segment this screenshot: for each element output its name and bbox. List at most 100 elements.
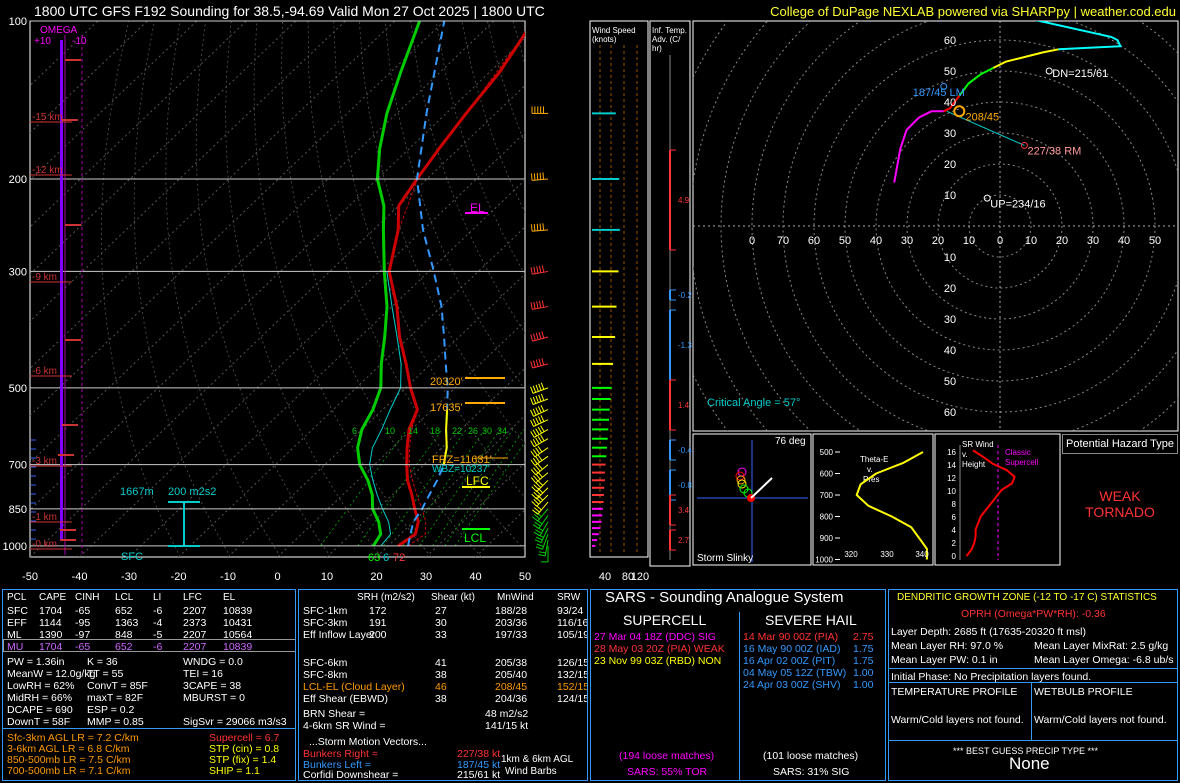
supercell-analog: 28 May 03 20Z (PIA) WEAK (594, 643, 725, 655)
wind-barb-flag (532, 524, 540, 529)
pressure-label: 500 (9, 383, 27, 395)
wind-barb-flag (535, 428, 540, 435)
inf-temp-title-3: hr) (652, 44, 662, 53)
dgz-divider (889, 668, 1177, 669)
precip-value: None (1009, 754, 1050, 773)
thermo-header: EL (223, 592, 236, 603)
mixing-ratio-label: 10 (385, 426, 395, 436)
kin-cell: LCL-EL (Cloud Layer) (303, 681, 405, 693)
hodo-x-tick: 50 (839, 235, 851, 247)
kin-cell: 41 (435, 657, 447, 669)
hail-analog: 04 May 05 12Z (TBW) (743, 667, 847, 679)
thermo-index: WNDG = 0.0 (183, 656, 243, 668)
thetae-title-2: v. (867, 465, 873, 474)
sfc-t-label: 72 (393, 552, 405, 564)
thermo-index: DCAPE = 690 (7, 704, 73, 716)
hodo-x-tick: 60 (808, 235, 820, 247)
srwind-y-tick: 2 (952, 539, 957, 548)
hodo-ring-label-lower: 30 (944, 314, 956, 326)
dgz-mixrat: Mean Layer MixRat: 2.5 g/kg (1034, 640, 1169, 652)
wind-barb-flag (532, 385, 537, 393)
thetae-title: Theta-E (860, 455, 888, 464)
wind-barb-flag (530, 459, 536, 466)
kin-cell: 203/36 (495, 617, 528, 629)
dry-adiabat (641, 21, 1180, 557)
mixing-ratio-label: 22 (452, 426, 462, 436)
kin-header: Shear (kt) (431, 592, 475, 603)
wind-barb-flag (532, 429, 538, 437)
kinematic-panel: SRH (m2/s2) Shear (kt) MnWind SRW SFC-1km 172… (298, 589, 588, 781)
hodo-x-tick: 40 (870, 235, 882, 247)
wind-barb-flag (530, 386, 534, 394)
kin-cell: 38 (435, 693, 447, 705)
thermo-divider (3, 728, 295, 729)
dn-label: DN=215/61 (1052, 68, 1108, 80)
kin-cell: 126/15 (557, 657, 588, 669)
dry-adiabat (461, 21, 525, 213)
supercell-prob: SARS: 55% TOR (627, 766, 708, 778)
severe-index: SHIP = 1.1 (209, 765, 260, 777)
thermo-header: LCL (115, 592, 134, 603)
kin-header: SRH (m2/s2) (357, 592, 415, 603)
kin-cell: 152/15 (557, 681, 588, 693)
srwind-y-tick: 6 (952, 513, 957, 522)
supercell-analog: 27 Mar 04 18Z (DDC) SIG (594, 631, 716, 643)
dry-adiabat (280, 21, 482, 557)
dgz-oprh: OPRH (Omega*PW*RH): -0.36 (961, 608, 1106, 620)
mixing-ratio-label: 18 (430, 426, 440, 436)
dry-adiabat (133, 21, 231, 557)
thermo-index: K = 36 (87, 656, 118, 668)
wind-barb-flag (533, 531, 541, 537)
wind-barb-flag (537, 416, 542, 424)
wind-barb-flag (536, 301, 539, 309)
hodograph-frame (692, 20, 1179, 432)
thermo-cell-cape: 1704 (39, 605, 63, 617)
thermo-cell-cinh: -95 (75, 617, 91, 629)
sr46-value: 141/15 kt (485, 720, 529, 732)
up-marker (983, 194, 991, 202)
wind-barb-flag (540, 393, 545, 401)
thermo-index: DownT = 58F (7, 716, 71, 728)
wind-barb-flag (537, 436, 543, 443)
thermo-cell-lcl: 1363 (115, 617, 139, 629)
wind-barb-flag (530, 302, 533, 310)
thermo-panel: PCL CAPE CINH LCL LI LFC EL SFC 1704 -65 652 -6 2207… (2, 589, 296, 781)
kin-cell: 205/38 (495, 657, 528, 669)
inf-temp-value: -0.8 (678, 481, 692, 490)
wind-barb (539, 521, 549, 536)
hodo-x-tick: 50 (1149, 235, 1161, 247)
skewt-frame (29, 20, 526, 558)
hodo-ring-label: 10 (944, 190, 956, 202)
hodo-x-tick: 10 (1025, 235, 1037, 247)
wind-barb-flag (530, 431, 535, 438)
motion-title: ...Storm Motion Vectors... (309, 736, 427, 748)
dry-adiabat (564, 21, 1033, 557)
srwind-y-tick: 8 (952, 500, 957, 509)
pressure-label: 1000 (3, 541, 27, 553)
thetae-p-tick: 700 (820, 491, 834, 500)
kin-cell: 132/15 (557, 669, 588, 681)
kin-cell: 188/28 (495, 605, 528, 617)
wind-barb-flag (533, 360, 536, 368)
temp-tick-label: 10 (321, 571, 333, 583)
wind-barb-flag (541, 358, 545, 366)
isotherm-line (30, 21, 148, 134)
hazard-value: WEAK TORNADO (1062, 488, 1178, 520)
wetbulb-profile-title: WETBULB PROFILE (1034, 686, 1133, 698)
inf-temp-value: 4.9 (678, 196, 690, 205)
hodo-ring-label-lower: 50 (944, 376, 956, 388)
dgz-panel: DENDRITIC GROWTH ZONE (-12 TO -17 C) STA… (888, 589, 1178, 781)
dn-marker (1045, 67, 1053, 75)
height-label: -15 km (32, 112, 63, 123)
wind-barb-flag (535, 359, 539, 367)
hail-prob: SARS: 31% SIG (773, 766, 850, 778)
kin-cell: 172 (369, 605, 387, 617)
pressure-label: 200 (9, 174, 27, 186)
wind-barb-flag (540, 382, 545, 390)
wind-barb-flag (532, 438, 538, 446)
thetae-x-tick: 320 (844, 550, 858, 559)
mixing-ratio-label: 6 (352, 426, 357, 436)
wind-barb-flag (542, 223, 545, 231)
thermo-index: SigSvr = 29066 m3/s3 (183, 716, 287, 728)
wind-barb-flag (538, 394, 542, 402)
